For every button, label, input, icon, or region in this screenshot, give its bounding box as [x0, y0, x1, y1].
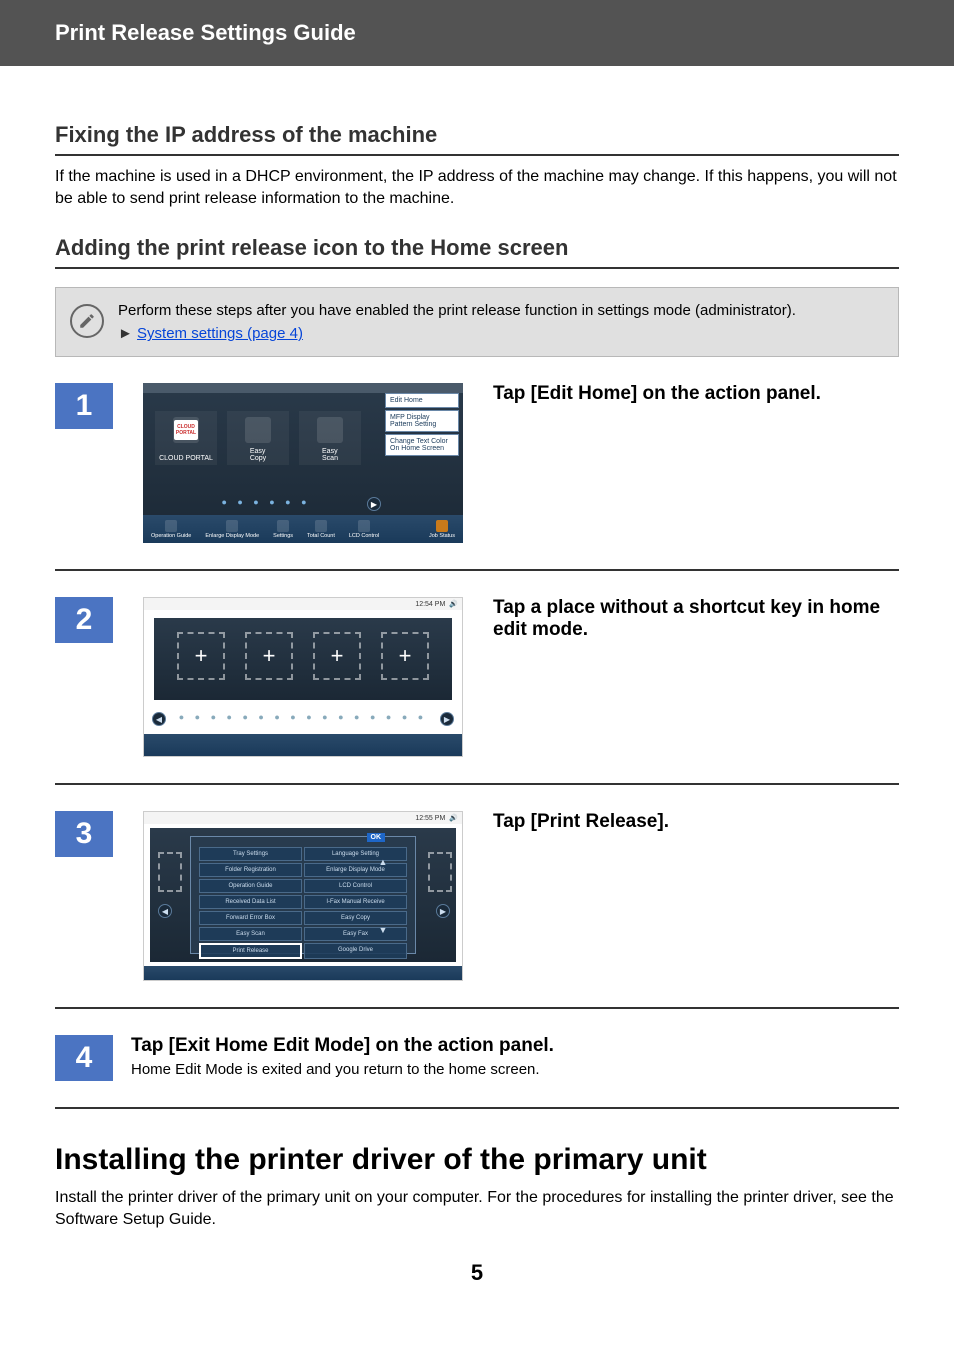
slot-placeholder: [428, 852, 452, 892]
empty-slot[interactable]: +: [177, 632, 225, 680]
home-tile-cloud-portal[interactable]: CLOUDPORTAL CLOUD PORTAL: [155, 411, 217, 465]
action-panel-item[interactable]: MFP Display Pattern Setting: [385, 410, 459, 432]
list-item[interactable]: Received Data List: [199, 895, 302, 909]
section-install-para: Install the printer driver of the primar…: [55, 1187, 899, 1230]
clock: 12:54 PM: [415, 601, 445, 608]
list-item[interactable]: Enlarge Display Mode: [304, 863, 407, 877]
pencil-icon: [70, 304, 104, 338]
section-heading-install: Installing the printer driver of the pri…: [55, 1143, 899, 1177]
step-3: 3 12:55 PM 🔊 ◀ ▶ OK ▲ ▼ Tray Settings Lang…: [55, 811, 899, 1009]
step-number: 2: [55, 597, 113, 643]
step-2-screenshot: 12:54 PM 🔊 + + + + ● ● ● ● ● ● ● ● ● ● ● …: [143, 597, 463, 757]
step-2-title: Tap a place without a shortcut key in ho…: [493, 597, 899, 641]
list-item[interactable]: I-Fax Manual Receive: [304, 895, 407, 909]
clock: 12:55 PM: [415, 815, 445, 822]
list-item[interactable]: Language Setting: [304, 847, 407, 861]
action-panel-item[interactable]: Edit Home: [385, 393, 459, 408]
step-2: 2 12:54 PM 🔊 + + + + ● ● ● ● ● ● ● ● ● ● …: [55, 597, 899, 785]
bottom-total-count[interactable]: Total Count: [307, 520, 335, 539]
list-item[interactable]: Folder Registration: [199, 863, 302, 877]
home-tile-easy-copy[interactable]: Easy Copy: [227, 411, 289, 465]
bottom-operation-guide[interactable]: Operation Guide: [151, 520, 191, 539]
step-3-title: Tap [Print Release].: [493, 811, 899, 833]
step-1-screenshot: Edit Home MFP Display Pattern Setting Ch…: [143, 383, 463, 543]
step-number: 4: [55, 1035, 113, 1081]
list-item[interactable]: Easy Copy: [304, 911, 407, 925]
ok-button[interactable]: OK: [367, 833, 386, 842]
empty-slot[interactable]: +: [381, 632, 429, 680]
page-dots: ● ● ● ● ● ● ● ● ● ● ● ● ● ● ● ●: [144, 712, 462, 722]
note-line1: Perform these steps after you have enabl…: [118, 300, 796, 321]
list-item[interactable]: Easy Fax: [304, 927, 407, 941]
section-heading-ip: Fixing the IP address of the machine: [55, 122, 899, 156]
page-content: Fixing the IP address of the machine If …: [0, 66, 954, 1306]
system-settings-link[interactable]: System settings (page 4): [137, 325, 303, 342]
step-4: 4 Tap [Exit Home Edit Mode] on the actio…: [55, 1035, 899, 1109]
list-item[interactable]: Google Drive: [304, 943, 407, 959]
page-dots: ● ● ● ● ● ●: [143, 497, 389, 507]
doc-title: Print Release Settings Guide: [55, 20, 356, 45]
empty-slot[interactable]: +: [313, 632, 361, 680]
slot-placeholder: [158, 852, 182, 892]
prev-page-arrow-icon[interactable]: ◀: [158, 904, 172, 918]
bottom-job-status[interactable]: Job Status: [429, 520, 455, 539]
next-page-arrow-icon[interactable]: ▶: [436, 904, 450, 918]
step-number: 3: [55, 811, 113, 857]
page-number: 5: [55, 1260, 899, 1286]
list-item[interactable]: LCD Control: [304, 879, 407, 893]
list-item-print-release[interactable]: Print Release: [199, 943, 302, 959]
list-item[interactable]: Forward Error Box: [199, 911, 302, 925]
next-page-arrow-icon[interactable]: ▶: [440, 712, 454, 726]
step-1-title: Tap [Edit Home] on the action panel.: [493, 383, 899, 405]
list-item[interactable]: Operation Guide: [199, 879, 302, 893]
empty-slot[interactable]: +: [245, 632, 293, 680]
section-ip-para: If the machine is used in a DHCP environ…: [55, 166, 899, 209]
step-3-screenshot: 12:55 PM 🔊 ◀ ▶ OK ▲ ▼ Tray Settings Langua…: [143, 811, 463, 981]
next-page-arrow-icon[interactable]: ▶: [367, 497, 381, 511]
step-4-title: Tap [Exit Home Edit Mode] on the action …: [131, 1035, 899, 1057]
link-arrow: ►: [118, 325, 133, 342]
sound-icon: 🔊: [449, 814, 458, 822]
doc-header: Print Release Settings Guide: [0, 0, 954, 66]
bottom-settings[interactable]: Settings: [273, 520, 293, 539]
home-tile-easy-scan[interactable]: Easy Scan: [299, 411, 361, 465]
prev-page-arrow-icon[interactable]: ◀: [152, 712, 166, 726]
list-item[interactable]: Easy Scan: [199, 927, 302, 941]
sound-icon: 🔊: [449, 600, 458, 608]
bottom-lcd-control[interactable]: LCD Control: [349, 520, 379, 539]
scroll-down-icon[interactable]: ▼: [379, 925, 388, 935]
section-heading-icon: Adding the print release icon to the Hom…: [55, 235, 899, 269]
scan-icon: [317, 417, 343, 443]
step-1: 1 Edit Home MFP Display Pattern Setting …: [55, 383, 899, 571]
bottom-enlarge[interactable]: Enlarge Display Mode: [205, 520, 259, 539]
scroll-up-icon[interactable]: ▲: [379, 857, 388, 867]
step-4-sub: Home Edit Mode is exited and you return …: [131, 1061, 899, 1078]
function-select-modal: OK ▲ ▼ Tray Settings Language Setting Fol…: [190, 836, 416, 954]
action-panel-item[interactable]: Change Text Color On Home Screen: [385, 434, 459, 456]
list-item[interactable]: Tray Settings: [199, 847, 302, 861]
copy-icon: [245, 417, 271, 443]
note-box: Perform these steps after you have enabl…: [55, 287, 899, 357]
step-number: 1: [55, 383, 113, 429]
